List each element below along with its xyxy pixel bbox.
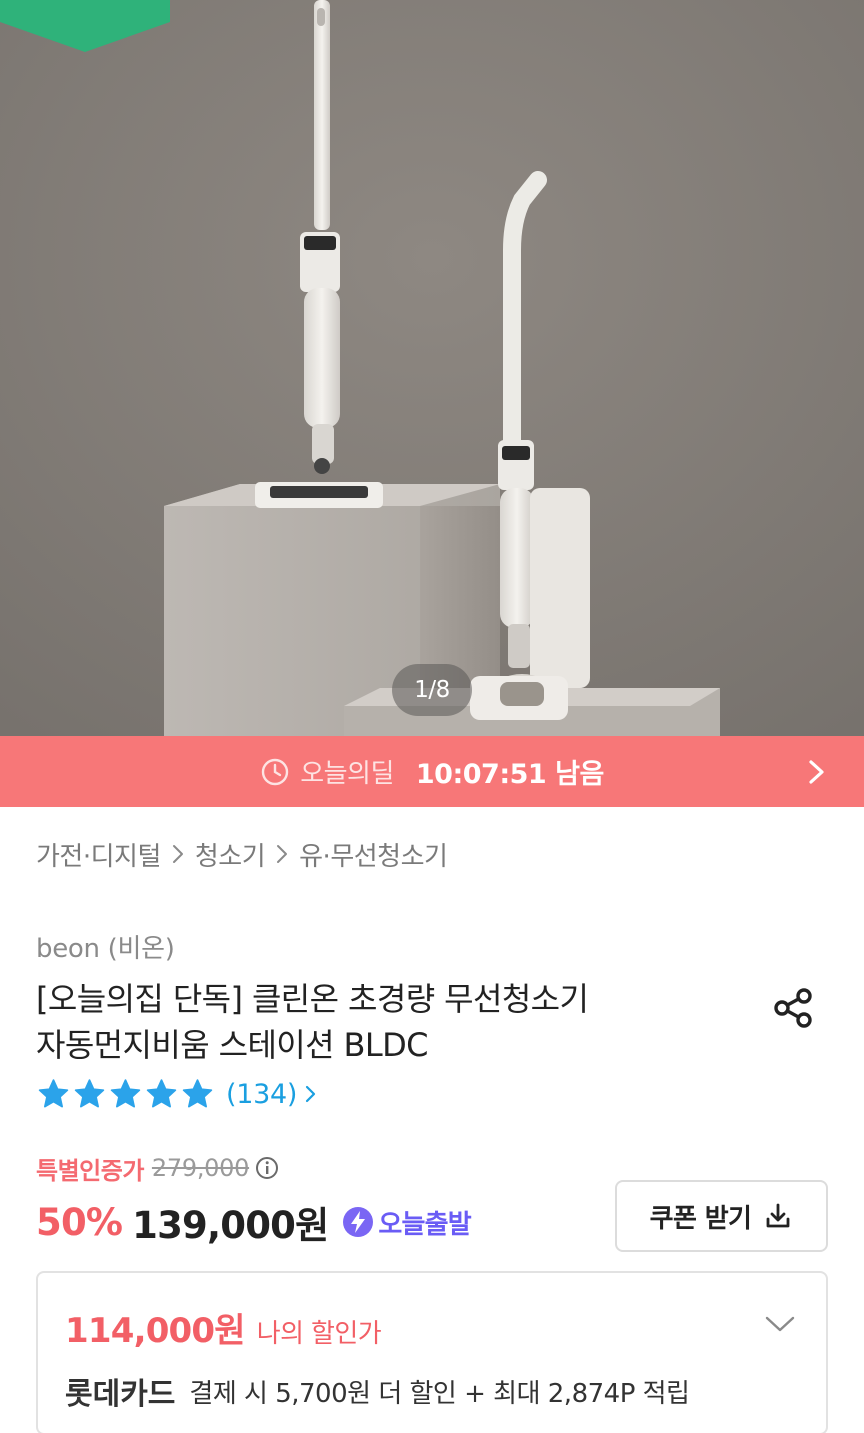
image-counter: 1/8: [392, 664, 472, 716]
discount-rate: 50%: [36, 1200, 123, 1244]
promo-badge: [0, 0, 170, 52]
card-benefit-text: 결제 시 5,700원 더 할인 + 최대 2,874P 적립: [189, 1378, 690, 1409]
product-title-line: 자동먼지비움 스테이션 BLDC: [36, 1026, 429, 1064]
product-image-gallery[interactable]: 1/8: [0, 0, 864, 736]
todays-deal-banner[interactable]: 오늘의딜 10:07:51 남음: [0, 736, 864, 807]
star-icon: [146, 1079, 177, 1108]
breadcrumb-item-cordless-vacuum[interactable]: 유·무선청소기: [299, 836, 448, 873]
coupon-button-label: 쿠폰 받기: [649, 1203, 752, 1234]
product-title-line: [오늘의집 단독] 클린온 초경량 무선청소기: [36, 980, 589, 1018]
lightning-icon: [343, 1207, 374, 1237]
card-logo: 롯데카드: [65, 1377, 176, 1412]
star-icon: [38, 1079, 69, 1108]
chevron-right-icon: [809, 760, 824, 784]
share-icon: [774, 988, 812, 1028]
my-discount-panel[interactable]: 114,000원 나의 할인가 롯데카드 결제 시 5,700원 더 할인 + …: [36, 1271, 828, 1433]
info-icon[interactable]: [255, 1156, 279, 1180]
chevron-right-icon: [306, 1085, 316, 1103]
rating-summary[interactable]: (134): [36, 1074, 319, 1114]
review-count[interactable]: (134): [226, 1079, 297, 1110]
chevron-right-icon: [167, 840, 189, 868]
special-price-row: 특별인증가 279,000: [36, 1150, 279, 1186]
original-price: 279,000: [151, 1154, 250, 1182]
breadcrumb: 가전·디지털 청소기 유·무선청소기: [36, 834, 448, 874]
today-shipping-label: 오늘출발: [378, 1209, 471, 1240]
download-icon: [766, 1203, 790, 1228]
my-discount-header: 114,000원 나의 할인가: [65, 1303, 382, 1352]
star-icon: [74, 1079, 105, 1108]
my-discount-label: 나의 할인가: [256, 1319, 382, 1349]
today-shipping-badge: 오늘출발: [342, 1204, 472, 1241]
special-price-label: 특별인증가: [36, 1156, 144, 1185]
star-icon: [110, 1079, 141, 1108]
breadcrumb-item-vacuum[interactable]: 청소기: [195, 836, 266, 873]
deal-countdown: 10:07:51 남음: [415, 759, 604, 790]
chevron-down-icon[interactable]: [764, 1313, 796, 1335]
my-discount-price: 114,000원: [65, 1311, 246, 1351]
star-icon: [182, 1079, 213, 1108]
product-title: [오늘의집 단독] 클린온 초경량 무선청소기 자동먼지비움 스테이션 BLDC: [36, 976, 716, 1068]
clock-icon: [260, 757, 290, 787]
coupon-download-button[interactable]: 쿠폰 받기: [615, 1180, 828, 1252]
star-rating: [36, 1077, 216, 1111]
sale-price: 139,000원: [132, 1204, 329, 1247]
brand-link[interactable]: beon (비온): [36, 928, 175, 965]
chevron-right-icon: [271, 840, 293, 868]
share-button[interactable]: [768, 982, 820, 1034]
deal-label: 오늘의딜: [300, 759, 394, 789]
card-benefit-row: 롯데카드 결제 시 5,700원 더 할인 + 최대 2,874P 적립: [65, 1369, 690, 1413]
breadcrumb-item-appliances[interactable]: 가전·디지털: [36, 836, 161, 873]
product-photo: [0, 0, 864, 736]
price-row: 50% 139,000원 오늘출발: [36, 1196, 472, 1248]
